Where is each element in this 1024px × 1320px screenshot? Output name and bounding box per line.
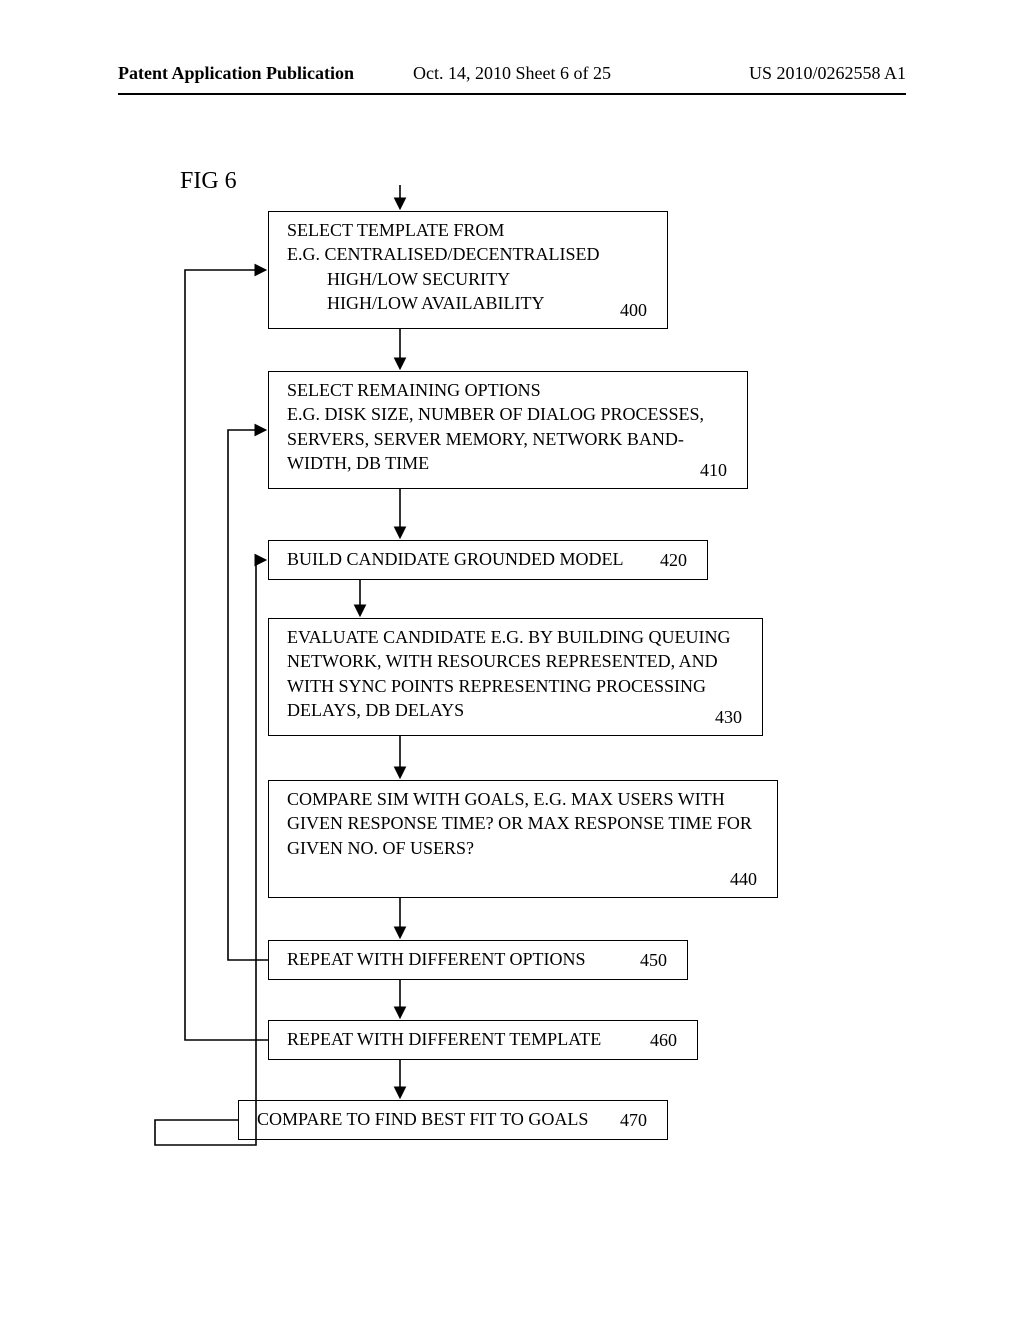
figure-label: FIG 6: [180, 168, 237, 195]
header-date-sheet: Oct. 14, 2010 Sheet 6 of 25: [413, 63, 611, 84]
box-460-line1: REPEAT WITH DIFFERENT TEMPLATE: [287, 1029, 601, 1049]
flowchart-box-400: SELECT TEMPLATE FROM E.G. CENTRALISED/DE…: [268, 211, 668, 329]
box-410-line4: WIDTH, DB TIME: [287, 451, 731, 475]
box-400-line3: HIGH/LOW SECURITY: [287, 267, 651, 291]
flowchart-box-450: REPEAT WITH DIFFERENT OPTIONS 450: [268, 940, 688, 980]
box-430-line2: NETWORK, WITH RESOURCES REPRESENTED, AND: [287, 649, 746, 673]
box-420-line1: BUILD CANDIDATE GROUNDED MODEL: [287, 549, 623, 569]
box-420-number: 420: [660, 548, 687, 572]
box-430-line1: EVALUATE CANDIDATE E.G. BY BUILDING QUEU…: [287, 625, 746, 649]
box-450-number: 450: [640, 948, 667, 972]
box-430-line3: WITH SYNC POINTS REPRESENTING PROCESSING: [287, 674, 746, 698]
patent-page: Patent Application Publication Oct. 14, …: [0, 0, 1024, 1320]
box-430-line4: DELAYS, DB DELAYS: [287, 698, 746, 722]
box-440-line3: GIVEN NO. OF USERS?: [287, 836, 761, 860]
box-400-number: 400: [620, 298, 647, 322]
box-430-number: 430: [715, 705, 742, 729]
flowchart-box-440: COMPARE SIM WITH GOALS, E.G. MAX USERS W…: [268, 780, 778, 898]
box-400-line1: SELECT TEMPLATE FROM: [287, 218, 651, 242]
box-470-line1: COMPARE TO FIND BEST FIT TO GOALS: [257, 1109, 588, 1129]
header-rule: [118, 93, 906, 95]
flowchart-box-430: EVALUATE CANDIDATE E.G. BY BUILDING QUEU…: [268, 618, 763, 736]
box-450-line1: REPEAT WITH DIFFERENT OPTIONS: [287, 949, 586, 969]
box-410-line2: E.G. DISK SIZE, NUMBER OF DIALOG PROCESS…: [287, 402, 731, 426]
box-440-line2: GIVEN RESPONSE TIME? OR MAX RESPONSE TIM…: [287, 811, 761, 835]
box-460-number: 460: [650, 1028, 677, 1052]
box-440-line1: COMPARE SIM WITH GOALS, E.G. MAX USERS W…: [287, 787, 761, 811]
header-publication: Patent Application Publication: [118, 63, 354, 84]
box-410-line3: SERVERS, SERVER MEMORY, NETWORK BAND-: [287, 427, 731, 451]
page-header: Patent Application Publication Oct. 14, …: [118, 63, 906, 88]
box-410-number: 410: [700, 458, 727, 482]
box-400-line2: E.G. CENTRALISED/DECENTRALISED: [287, 242, 651, 266]
header-doc-number: US 2010/0262558 A1: [749, 63, 906, 84]
flowchart-box-420: BUILD CANDIDATE GROUNDED MODEL 420: [268, 540, 708, 580]
box-410-line1: SELECT REMAINING OPTIONS: [287, 378, 731, 402]
box-400-line4: HIGH/LOW AVAILABILITY: [287, 291, 651, 315]
flowchart-box-470: COMPARE TO FIND BEST FIT TO GOALS 470: [238, 1100, 668, 1140]
box-440-number: 440: [730, 867, 757, 891]
box-470-number: 470: [620, 1108, 647, 1132]
flowchart-box-410: SELECT REMAINING OPTIONS E.G. DISK SIZE,…: [268, 371, 748, 489]
flowchart-box-460: REPEAT WITH DIFFERENT TEMPLATE 460: [268, 1020, 698, 1060]
